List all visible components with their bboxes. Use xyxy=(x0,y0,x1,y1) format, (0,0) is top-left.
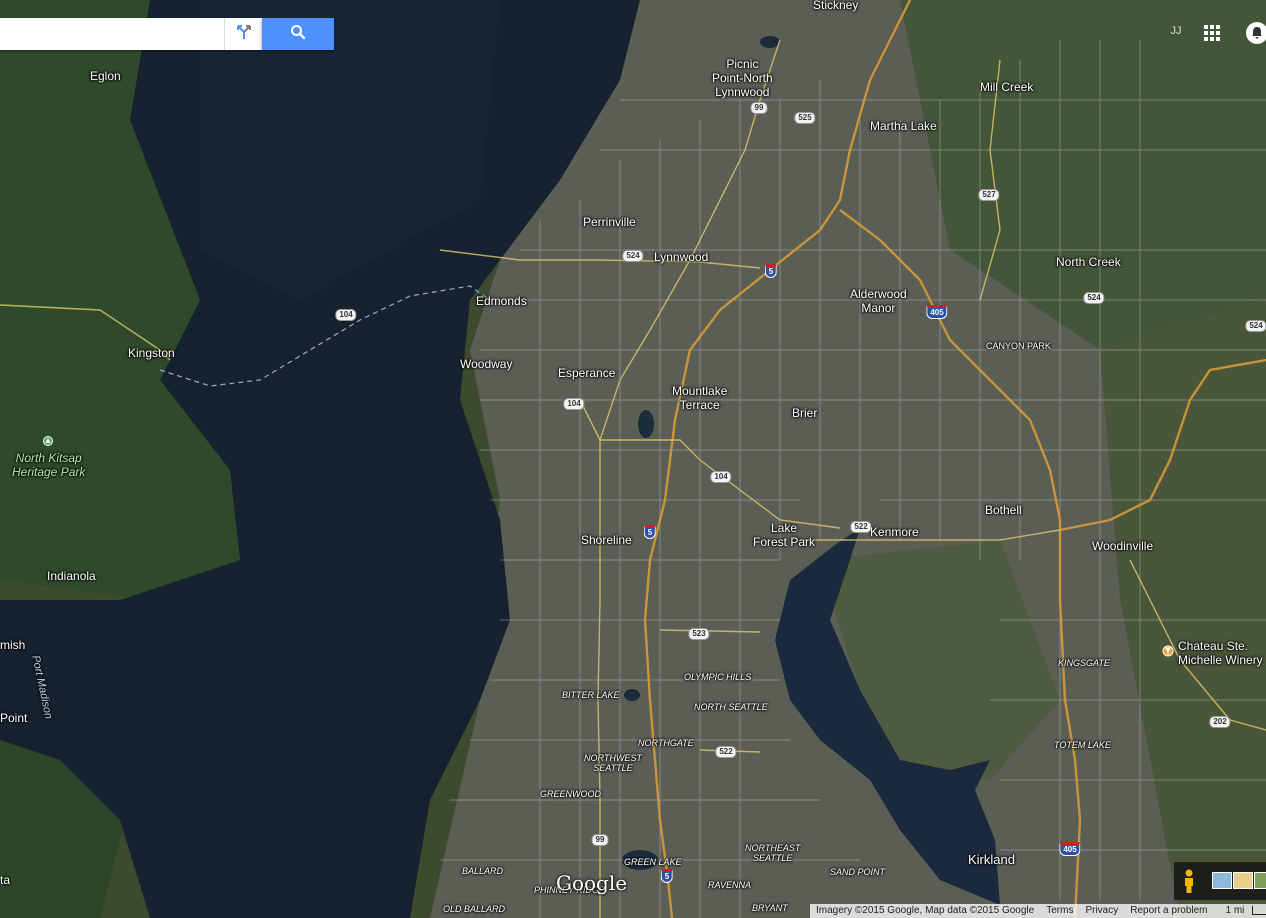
terrain-thumbnail[interactable] xyxy=(1254,872,1266,889)
map-footer: Imagery ©2015 Google, Map data ©2015 Goo… xyxy=(810,904,1266,918)
park-tree-icon xyxy=(43,436,53,448)
account-initials[interactable]: JJ xyxy=(1166,25,1186,39)
scale-label: 1 mi xyxy=(1225,905,1245,916)
scale-bar xyxy=(1252,905,1266,915)
search-icon xyxy=(290,24,306,45)
scale-indicator[interactable]: 1 mi xyxy=(1214,904,1266,918)
search-input[interactable] xyxy=(0,18,218,50)
apps-grid-icon[interactable] xyxy=(1203,24,1221,42)
pegman-icon[interactable] xyxy=(1180,868,1198,894)
map-thumbnail[interactable] xyxy=(1233,872,1253,889)
attribution-text: Imagery ©2015 Google, Map data ©2015 Goo… xyxy=(816,905,1035,916)
report-problem-link[interactable]: Report a problem xyxy=(1124,904,1213,918)
directions-icon xyxy=(235,23,253,46)
winery-pin-icon[interactable] xyxy=(1162,645,1174,659)
notifications-bell-icon[interactable] xyxy=(1244,20,1266,46)
terms-link[interactable]: Terms xyxy=(1040,904,1079,918)
layer-tray xyxy=(1174,862,1266,900)
privacy-link[interactable]: Privacy xyxy=(1079,904,1124,918)
search-box xyxy=(0,18,262,50)
google-logo: Google xyxy=(556,871,628,895)
imagery-thumbnail[interactable] xyxy=(1212,872,1232,889)
directions-button[interactable] xyxy=(224,18,262,50)
satellite-imagery xyxy=(0,0,1266,918)
map-canvas[interactable]: Stickney Eglon Picnic Point-North Lynnwo… xyxy=(0,0,1266,918)
search-button[interactable] xyxy=(262,18,334,50)
